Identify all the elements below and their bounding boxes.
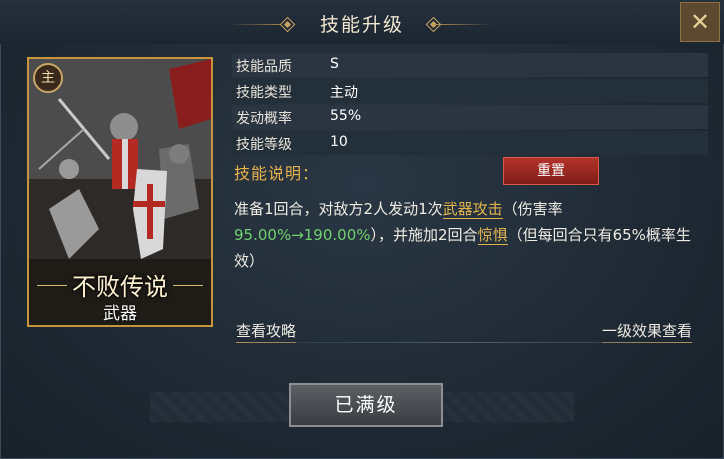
close-button[interactable]: ✕: [680, 2, 720, 42]
description-text: 准备1回合，对敌方2人发动1次: [234, 200, 443, 218]
description-heading: 技能说明：: [234, 164, 320, 183]
main-skill-badge: 主: [33, 63, 63, 93]
skill-description: 准备1回合，对敌方2人发动1次武器攻击（伤害率 95.00%→190.00%），并…: [234, 196, 706, 274]
diamond-ornament-icon: [279, 16, 296, 33]
description-text: （伤害率: [502, 200, 563, 218]
info-label: 技能品质: [236, 59, 292, 75]
info-label: 技能等级: [236, 137, 292, 153]
skill-category: 武器: [103, 304, 137, 324]
reset-button[interactable]: 重置: [503, 157, 599, 185]
info-row-trigger-rate: 发动概率 55%: [232, 105, 708, 129]
info-value: 主动: [330, 85, 358, 101]
skill-card: 主 不败传说 武器: [27, 57, 213, 327]
level-one-effect-link[interactable]: 一级效果查看: [602, 320, 693, 343]
divider: [216, 342, 716, 343]
info-row-type: 技能类型 主动: [232, 79, 708, 103]
description-text: ），并施加2回合: [370, 226, 478, 244]
close-icon: ✕: [689, 8, 711, 36]
info-label: 技能类型: [236, 85, 292, 101]
page-title: 技能升级: [319, 14, 404, 36]
header-bar: 技能升级 ✕: [0, 0, 724, 44]
info-value: 10: [330, 134, 348, 150]
skill-upgrade-panel: 技能升级 ✕ 主 不败传说 武器 技能品质 S 技能类型 主动 发动概率 55%…: [0, 0, 724, 459]
view-guide-link[interactable]: 查看攻略: [236, 320, 297, 343]
info-value: S: [330, 56, 339, 72]
info-label: 发动概率: [236, 111, 292, 127]
weapon-attack-link[interactable]: 武器攻击: [442, 200, 503, 219]
info-row-quality: 技能品质 S: [232, 53, 708, 77]
max-level-button[interactable]: 已满级: [289, 383, 443, 427]
card-name-ornament-right: [173, 285, 203, 286]
info-value: 55%: [330, 108, 362, 124]
info-row-level: 技能等级 10: [232, 131, 708, 155]
header-divider-right: [432, 24, 492, 25]
damage-rate-value: 95.00%→190.00%: [234, 226, 371, 244]
fear-status-link[interactable]: 惊惧: [477, 226, 508, 245]
